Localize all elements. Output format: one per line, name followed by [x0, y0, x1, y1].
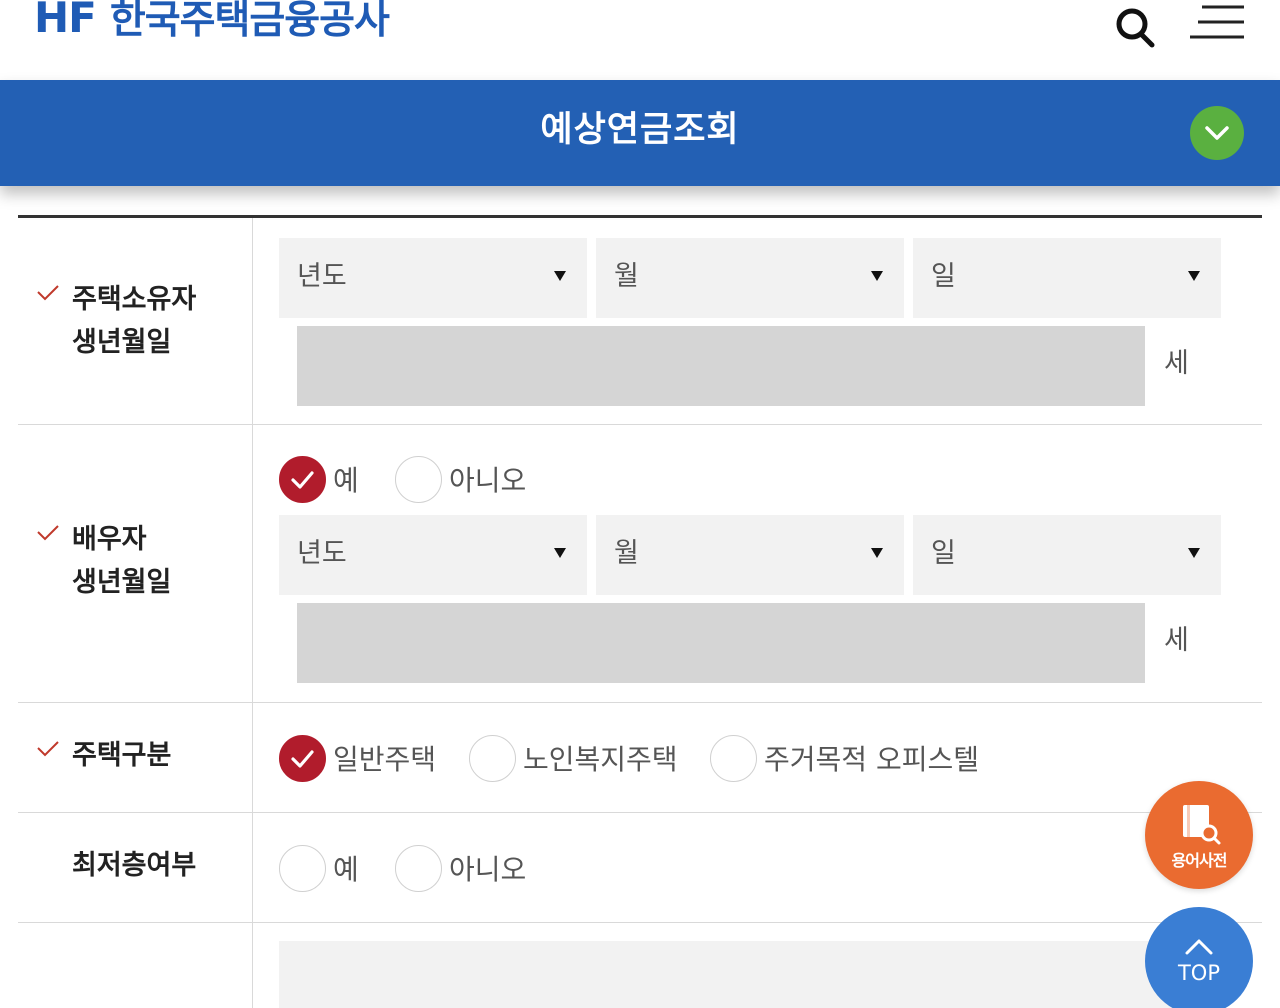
next-input-field[interactable]	[279, 941, 1179, 1008]
row-header: 주택구분	[18, 703, 253, 812]
radio-indicator	[279, 844, 326, 892]
row-header	[18, 923, 253, 1008]
checkmark-icon	[291, 470, 314, 489]
radio-indicator	[395, 455, 442, 503]
radio-label: 일반주택	[333, 743, 437, 776]
spouse-age-unit: 세	[1164, 625, 1189, 656]
select-value: 일	[931, 261, 956, 292]
dictionary-label: 용어사전	[1171, 851, 1228, 870]
select-value: 일	[931, 538, 956, 569]
required-check-icon	[37, 741, 59, 757]
row-content: 년도 월 일 세	[254, 218, 1262, 424]
radio-label: 노인복지주택	[523, 743, 678, 776]
owner-birth-label: 주택소유자 생년월일	[72, 284, 197, 358]
row-content: 예 아니오 년도 월 일 세	[254, 425, 1262, 702]
collapse-toggle-button[interactable]	[1190, 106, 1244, 160]
radio-indicator	[710, 734, 757, 782]
owner-month-select[interactable]: 월	[596, 238, 904, 318]
logo-name: 한국주택금융공사	[109, 0, 390, 43]
lowest-floor-label: 최저층여부	[72, 850, 197, 881]
radio-label: 아니오	[449, 464, 527, 497]
dropdown-arrow-icon	[554, 271, 566, 281]
site-logo[interactable]: HF 한국주택금융공사	[34, 0, 390, 43]
row-header: 주택소유자 생년월일	[18, 218, 253, 424]
spouse-birth-label: 배우자 생년월일	[72, 524, 172, 598]
dropdown-arrow-icon	[554, 548, 566, 558]
row-content	[254, 923, 1262, 1008]
dropdown-arrow-icon	[1188, 548, 1200, 558]
row-content: 일반주택 노인복지주택 주거목적 오피스텔	[254, 703, 1262, 812]
radio-checked-indicator	[279, 734, 326, 782]
spouse-month-select[interactable]: 월	[596, 515, 904, 595]
form-row-lowest-floor: 최저층여부 예 아니오	[18, 813, 1262, 923]
chevron-down-icon	[1205, 126, 1229, 140]
house-type-general-radio[interactable]: 일반주택	[279, 734, 436, 782]
spouse-year-select[interactable]: 년도	[279, 515, 587, 595]
owner-day-select[interactable]: 일	[913, 238, 1221, 318]
section-title-bar: 예상연금조회	[0, 80, 1280, 186]
search-button[interactable]	[1112, 4, 1158, 48]
radio-label: 예	[333, 464, 359, 497]
hamburger-menu-icon	[1190, 5, 1244, 39]
form-row-next	[18, 923, 1262, 1008]
row-content: 예 아니오	[254, 813, 1262, 922]
select-value: 월	[614, 261, 639, 292]
pension-form: 주택소유자 생년월일 년도 월 일 세 배우자 생년월일 예 아니오 년도 월 …	[18, 215, 1262, 1008]
spouse-yes-radio[interactable]: 예	[279, 455, 359, 503]
page-title: 예상연금조회	[540, 110, 740, 150]
spouse-day-select[interactable]: 일	[913, 515, 1221, 595]
dropdown-arrow-icon	[871, 271, 883, 281]
lowest-floor-yes-radio[interactable]: 예	[279, 844, 359, 892]
menu-button[interactable]	[1188, 4, 1246, 44]
checkmark-icon	[291, 749, 314, 768]
top-label: TOP	[1177, 961, 1221, 985]
radio-label: 예	[333, 853, 359, 886]
dictionary-button[interactable]: 용어사전	[1145, 781, 1253, 889]
form-row-house-type: 주택구분 일반주택 노인복지주택 주거목적 오피스텔	[18, 703, 1262, 813]
required-check-icon	[37, 285, 59, 301]
form-row-owner-birth: 주택소유자 생년월일 년도 월 일 세	[18, 218, 1262, 425]
spouse-age-field	[297, 603, 1145, 683]
required-check-icon	[37, 525, 59, 541]
dropdown-arrow-icon	[1188, 271, 1200, 281]
radio-label: 아니오	[449, 853, 527, 886]
dropdown-arrow-icon	[871, 548, 883, 558]
radio-indicator	[395, 844, 442, 892]
house-type-senior-radio[interactable]: 노인복지주택	[469, 734, 678, 782]
owner-year-select[interactable]: 년도	[279, 238, 587, 318]
row-header: 배우자 생년월일	[18, 425, 253, 702]
house-type-officetel-radio[interactable]: 주거목적 오피스텔	[710, 734, 979, 782]
chevron-up-icon	[1185, 939, 1213, 955]
spouse-no-radio[interactable]: 아니오	[395, 455, 526, 503]
select-value: 년도	[297, 538, 347, 569]
radio-indicator	[469, 734, 516, 782]
site-header: HF 한국주택금융공사	[0, 0, 1280, 80]
scroll-top-button[interactable]: TOP	[1145, 907, 1253, 1008]
row-header: 최저층여부	[18, 813, 253, 922]
owner-age-unit: 세	[1164, 348, 1189, 379]
form-row-spouse-birth: 배우자 생년월일 예 아니오 년도 월 일 세	[18, 425, 1262, 703]
search-icon	[1116, 8, 1155, 48]
owner-age-field	[297, 326, 1145, 406]
radio-checked-indicator	[279, 455, 326, 503]
radio-label: 주거목적 오피스텔	[764, 743, 979, 776]
logo-abbr: HF	[34, 0, 97, 42]
dictionary-search-icon	[1183, 805, 1221, 845]
house-type-label: 주택구분	[72, 740, 172, 771]
select-value: 년도	[297, 261, 347, 292]
select-value: 월	[614, 538, 639, 569]
lowest-floor-no-radio[interactable]: 아니오	[395, 844, 526, 892]
